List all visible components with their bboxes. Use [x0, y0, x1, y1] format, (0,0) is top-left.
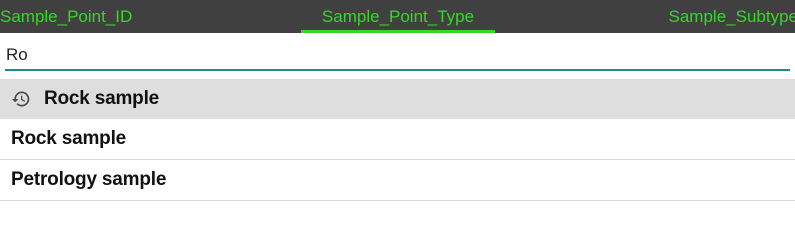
suggestion-list: Rock sample Rock sample Petrology sample — [0, 79, 795, 201]
tab-sample-point-type[interactable]: Sample_Point_Type — [301, 0, 495, 33]
app-window: Sample_Point_ID Sample_Point_Type Sample… — [0, 0, 795, 232]
suggestion-label: Petrology sample — [11, 169, 167, 190]
suggestion-item-petrology-sample[interactable]: Petrology sample — [0, 160, 795, 201]
field-tab-bar: Sample_Point_ID Sample_Point_Type Sample… — [0, 0, 795, 33]
history-icon — [11, 89, 31, 109]
recent-suggestion-label: Rock sample — [44, 88, 160, 109]
tab-sample-subtype[interactable]: Sample_Subtype — [669, 0, 795, 33]
suggestion-label: Rock sample — [11, 128, 127, 149]
recent-suggestion-item[interactable]: Rock sample — [0, 79, 795, 119]
suggestion-item-rock-sample[interactable]: Rock sample — [0, 119, 795, 160]
active-tab-indicator — [301, 30, 495, 33]
tab-sample-point-id[interactable]: Sample_Point_ID — [0, 0, 132, 33]
search-input[interactable] — [5, 40, 790, 71]
